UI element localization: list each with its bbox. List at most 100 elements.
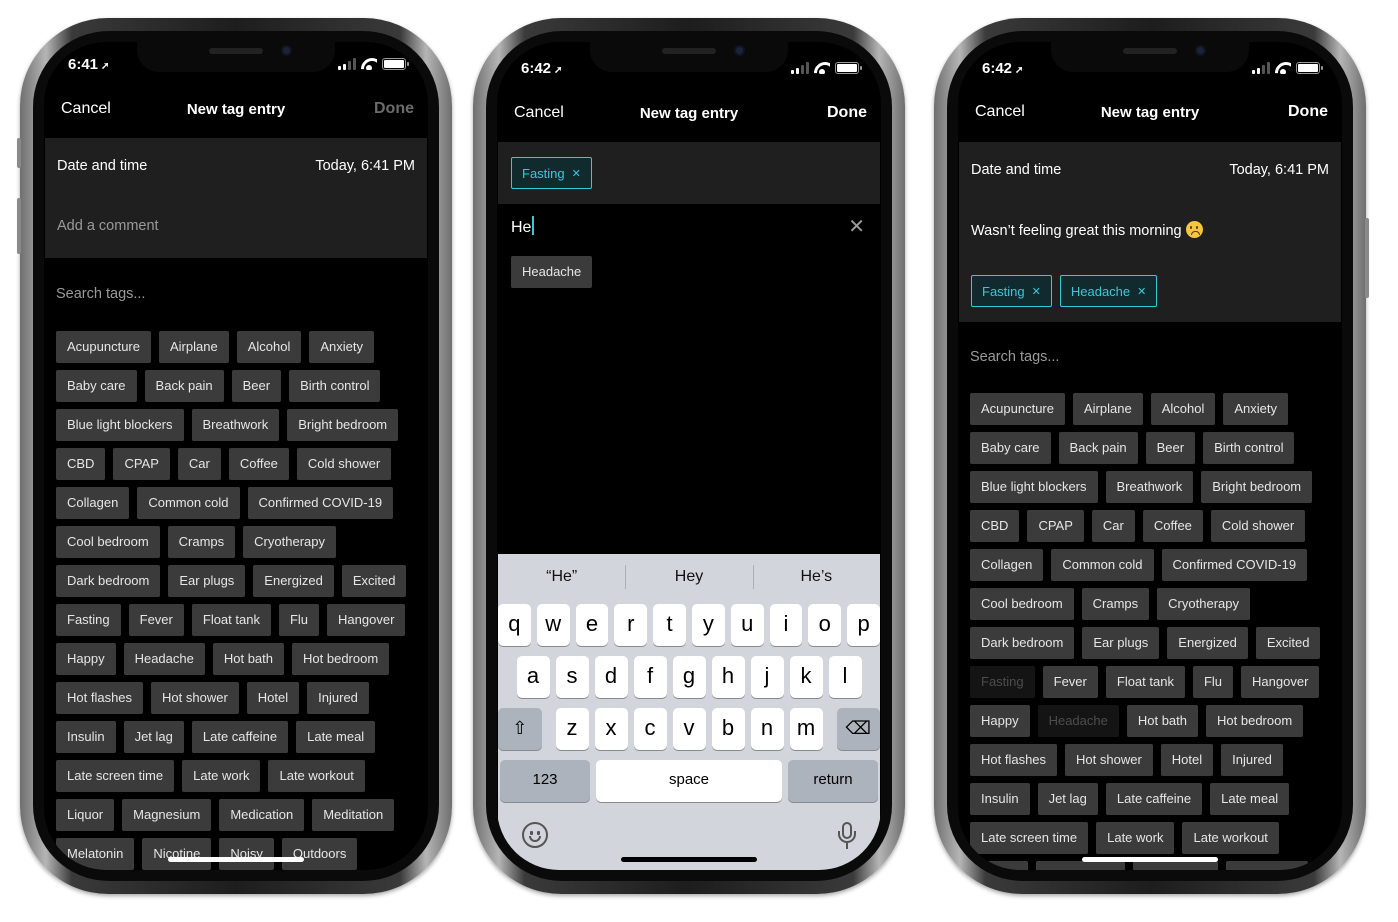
- tag-chip[interactable]: Medication: [1133, 861, 1219, 870]
- tag-chip[interactable]: Cramps: [1081, 588, 1150, 620]
- autocomplete-suggestion[interactable]: Hey: [625, 554, 752, 600]
- tag-chip[interactable]: Float tank: [1105, 666, 1185, 698]
- tag-chip[interactable]: Anxiety: [309, 331, 374, 363]
- tag-chip[interactable]: Hangover: [327, 604, 406, 636]
- tag-chip[interactable]: Cramps: [167, 526, 236, 558]
- return-key[interactable]: return: [788, 760, 878, 802]
- key-y[interactable]: y: [692, 604, 725, 646]
- tag-chip[interactable]: Hot shower: [1065, 744, 1153, 776]
- tag-chip[interactable]: Energized: [253, 565, 334, 597]
- tag-chip[interactable]: Back pain: [1058, 432, 1138, 464]
- tag-chip[interactable]: Collagen: [56, 487, 130, 519]
- key-e[interactable]: e: [575, 604, 609, 646]
- tag-chip[interactable]: CPAP: [1027, 510, 1084, 542]
- tag-chip[interactable]: Flu: [1192, 666, 1234, 698]
- tag-chip[interactable]: Breathwork: [191, 409, 280, 441]
- tag-chip[interactable]: Float tank: [191, 604, 271, 636]
- tag-chip[interactable]: Ear plugs: [168, 565, 246, 597]
- tag-chip[interactable]: Common cold: [1051, 549, 1154, 581]
- tag-chip[interactable]: Blue light blockers: [970, 471, 1098, 503]
- tag-chip[interactable]: Meditation: [1226, 861, 1309, 870]
- tag-chip[interactable]: Cryotherapy: [243, 526, 336, 558]
- tag-chip[interactable]: Hotel: [246, 682, 300, 714]
- tag-chip[interactable]: Cold shower: [296, 448, 392, 480]
- key-b[interactable]: b: [711, 708, 745, 750]
- tag-chip[interactable]: Baby care: [970, 432, 1051, 464]
- autocomplete-suggestion[interactable]: “He”: [498, 554, 625, 600]
- tag-chip[interactable]: Late workout: [1182, 822, 1279, 854]
- tag-chip[interactable]: Baby care: [56, 370, 137, 402]
- tag-chip[interactable]: Late screen time: [970, 822, 1089, 854]
- tag-chip[interactable]: Hangover: [1241, 666, 1320, 698]
- tag-chip[interactable]: Jet lag: [1037, 783, 1098, 815]
- remove-tag-icon[interactable]: ✕: [1137, 285, 1146, 298]
- tag-chip[interactable]: Fever: [1042, 666, 1098, 698]
- tag-chip[interactable]: Fasting: [970, 666, 1035, 698]
- tag-chip[interactable]: CBD: [56, 448, 106, 480]
- tag-chip[interactable]: Melatonin: [56, 838, 135, 870]
- tag-chip[interactable]: Jet lag: [123, 721, 184, 753]
- tag-chip[interactable]: Injured: [1221, 744, 1283, 776]
- tag-chip[interactable]: Alcohol: [1150, 393, 1216, 425]
- comment-input[interactable]: Add a comment: [57, 218, 159, 234]
- done-button[interactable]: Done: [374, 100, 414, 118]
- tag-chip[interactable]: Confirmed COVID-19: [1161, 549, 1308, 581]
- tag-chip[interactable]: Late meal: [296, 721, 376, 753]
- tag-chip[interactable]: Cool bedroom: [56, 526, 160, 558]
- tag-chip[interactable]: Headache: [123, 643, 205, 675]
- tag-chip[interactable]: Late caffeine: [191, 721, 289, 753]
- tag-chip[interactable]: Cold shower: [1210, 510, 1306, 542]
- tag-chip[interactable]: Headache: [1037, 705, 1119, 737]
- tag-chip[interactable]: Blue light blockers: [56, 409, 184, 441]
- microphone-icon[interactable]: [838, 822, 856, 850]
- tag-chip[interactable]: Acupuncture: [56, 331, 151, 363]
- key-w[interactable]: w: [536, 604, 570, 646]
- tag-chip[interactable]: Insulin: [970, 783, 1030, 815]
- tag-chip[interactable]: Acupuncture: [970, 393, 1065, 425]
- tag-chip[interactable]: Beer: [231, 370, 282, 402]
- tag-chip[interactable]: Car: [1091, 510, 1135, 542]
- tag-chip[interactable]: Alcohol: [236, 331, 302, 363]
- key-i[interactable]: i: [769, 604, 803, 646]
- tag-chip[interactable]: Hot flashes: [970, 744, 1058, 776]
- close-icon[interactable]: ✕: [848, 214, 865, 239]
- key-d[interactable]: d: [594, 656, 628, 698]
- home-indicator[interactable]: [1082, 857, 1218, 862]
- tag-chip[interactable]: Airplane: [1073, 393, 1143, 425]
- tag-chip[interactable]: Beer: [1145, 432, 1196, 464]
- key-c[interactable]: c: [633, 708, 667, 750]
- tag-chip[interactable]: Breathwork: [1105, 471, 1194, 503]
- tag-chip[interactable]: Happy: [970, 705, 1030, 737]
- key-r[interactable]: r: [614, 604, 648, 646]
- emoji-icon[interactable]: [522, 822, 548, 848]
- comment-text[interactable]: Wasn’t feeling great this morning: [971, 221, 1203, 239]
- tag-chip[interactable]: Collagen: [970, 549, 1044, 581]
- tag-chip[interactable]: Late work: [1096, 822, 1175, 854]
- tag-chip[interactable]: Ear plugs: [1082, 627, 1160, 659]
- tag-chip[interactable]: Late meal: [1210, 783, 1290, 815]
- tag-chip[interactable]: Hot bedroom: [292, 643, 390, 675]
- autocomplete-suggestion[interactable]: He’s: [752, 554, 880, 600]
- tag-chip[interactable]: Injured: [307, 682, 369, 714]
- search-input[interactable]: Search tags...: [970, 349, 1059, 365]
- tag-chip[interactable]: Late work: [182, 760, 261, 792]
- date-time-row[interactable]: Date and time Today, 6:41 PM: [57, 158, 415, 174]
- tag-chip[interactable]: Birth control: [1203, 432, 1295, 464]
- key-v[interactable]: v: [672, 708, 706, 750]
- tag-chip[interactable]: Flu: [278, 604, 320, 636]
- tag-chip[interactable]: Hot shower: [151, 682, 239, 714]
- selected-tag-chip[interactable]: Headache ✕: [1059, 275, 1158, 307]
- tag-chip[interactable]: Magnesium: [122, 799, 212, 831]
- tag-chip[interactable]: Hot bedroom: [1206, 705, 1304, 737]
- key-f[interactable]: f: [633, 656, 667, 698]
- key-t[interactable]: t: [653, 604, 686, 646]
- tag-chip[interactable]: Nicotine: [142, 838, 212, 870]
- tag-chip[interactable]: Meditation: [312, 799, 395, 831]
- tag-search-input[interactable]: He: [511, 216, 535, 237]
- space-key[interactable]: space: [596, 760, 782, 802]
- tag-chip[interactable]: Late screen time: [56, 760, 175, 792]
- tag-chip[interactable]: Liquor: [970, 861, 1029, 870]
- home-indicator[interactable]: [621, 857, 757, 862]
- home-indicator[interactable]: [168, 857, 304, 862]
- tag-chip[interactable]: Car: [177, 448, 221, 480]
